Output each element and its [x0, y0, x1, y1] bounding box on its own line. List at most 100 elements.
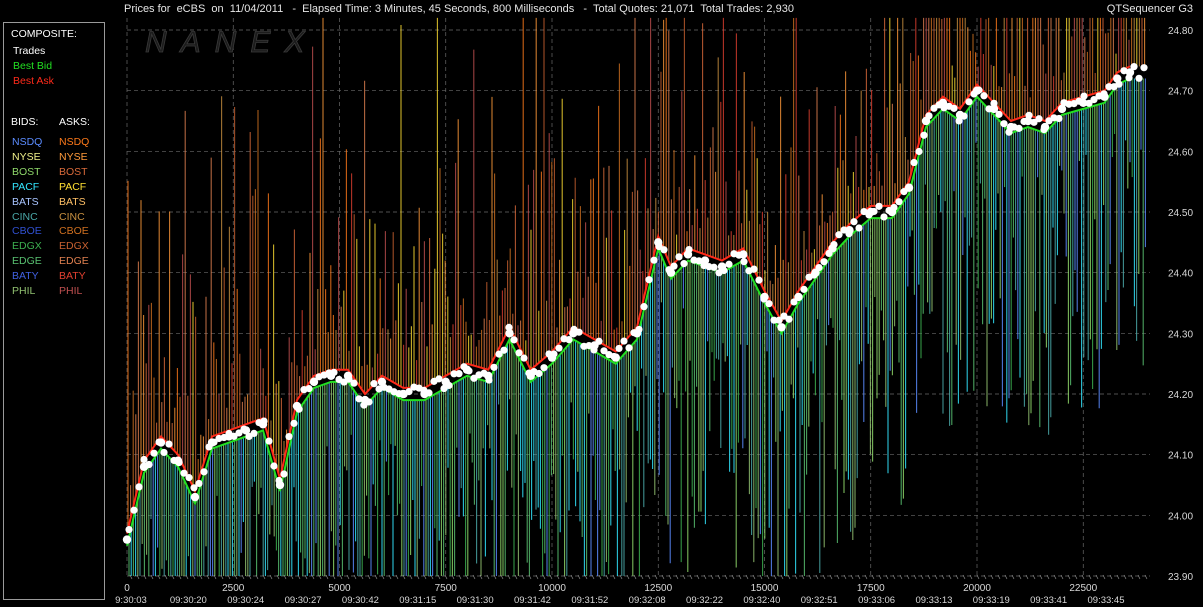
trade-dot [830, 241, 838, 249]
trade-tick-mark [899, 574, 903, 580]
trade-dot [795, 293, 803, 301]
trade-dot [825, 249, 833, 258]
trade-dot [1025, 111, 1033, 119]
trade-dot [240, 425, 248, 433]
trade-tick-mark [787, 574, 791, 580]
trade-tick-mark [857, 574, 861, 580]
trade-dot [920, 131, 928, 139]
trade-tick-mark [920, 574, 924, 580]
trade-dot [290, 419, 298, 427]
trade-dot [505, 323, 513, 331]
trade-dot [550, 350, 558, 358]
trade-tick-mark [955, 574, 959, 580]
trade-dot [160, 448, 168, 457]
trade-dot [1000, 120, 1008, 128]
trade-tick-mark [528, 574, 532, 580]
trade-dot [435, 375, 443, 383]
time-tick-label: 09:33:45 [1088, 595, 1125, 606]
trade-dot [565, 336, 573, 344]
trade-tick-mark [353, 574, 357, 580]
trade-dot [925, 112, 933, 120]
trade-tick-mark [577, 574, 581, 580]
time-tick-label: 09:30:42 [342, 595, 379, 606]
trade-tick-mark [885, 574, 889, 580]
trade-dot [1080, 92, 1088, 100]
trade-dot [1125, 74, 1133, 82]
trade-tick-mark [892, 574, 896, 580]
price-chart: NANEX 24.80 24.70 24.60 24.50 24.40 24.30 24.2… [115, 17, 1193, 606]
y-tick-label: 24.30 [1168, 329, 1193, 340]
trade-tick-mark [829, 574, 833, 580]
trade-tick-mark [185, 574, 189, 580]
trade-point [777, 323, 786, 332]
trade-dot [895, 198, 903, 206]
trade-tick-mark [1095, 574, 1099, 580]
trade-dot [280, 470, 288, 478]
trade-dot [675, 253, 683, 261]
trade-dot [960, 112, 968, 120]
trade-tick-mark [836, 574, 840, 580]
trade-dot [285, 432, 293, 441]
y-tick-label: 24.60 [1168, 147, 1193, 158]
trade-tick-mark [647, 574, 651, 580]
trade-tick-mark [990, 574, 994, 580]
trade-point [122, 535, 132, 544]
trade-dot [845, 230, 853, 238]
trade-tick-mark [927, 574, 931, 580]
trade-tick-mark [626, 574, 630, 580]
trade-dot [610, 352, 618, 361]
trade-tick-mark [934, 574, 938, 580]
y-tick-label: 24.80 [1168, 26, 1193, 37]
trade-tick-mark [864, 574, 868, 580]
trade-tick-mark [1039, 574, 1043, 580]
trade-tick-mark [983, 574, 987, 580]
trade-dot [1140, 64, 1148, 72]
trade-tick-mark [1109, 574, 1113, 580]
time-tick-label: 09:32:22 [686, 595, 723, 606]
trade-tick-mark [871, 574, 875, 580]
trade-tick-mark [514, 574, 518, 580]
trade-tick-mark [598, 574, 602, 580]
trade-tick-mark [262, 574, 266, 580]
trade-dot [365, 398, 373, 406]
trade-dot [295, 405, 303, 413]
trade-tick-mark [654, 574, 658, 580]
trade-dot [445, 381, 453, 390]
trade-dot [640, 303, 648, 311]
trade-tick-mark [633, 574, 637, 580]
trade-dot [260, 417, 268, 425]
trade-tick-mark [444, 574, 448, 580]
trade-dot [1100, 90, 1108, 98]
trade-dot [720, 266, 728, 275]
trade-dot [135, 483, 143, 491]
x-tick-label: 5000 [328, 583, 351, 594]
trade-tick-mark [878, 574, 882, 580]
trade-tick-mark [241, 574, 245, 580]
trade-dot [995, 110, 1003, 118]
trade-tick-mark [409, 574, 413, 580]
y-tick-label: 24.00 [1168, 511, 1193, 522]
trade-tick-mark [472, 574, 476, 580]
trade-tick-mark [1130, 574, 1134, 580]
trade-dot [875, 202, 883, 210]
trade-dot [350, 379, 358, 387]
trade-dot [950, 104, 958, 112]
trade-dot [590, 346, 598, 354]
trade-tick-mark [1004, 574, 1008, 580]
trade-tick-mark [724, 574, 728, 580]
trade-dot [500, 346, 508, 354]
trade-tick-mark [549, 574, 553, 580]
trade-tick-mark [976, 574, 980, 580]
trade-dot [680, 260, 688, 268]
trade-tick-mark [1053, 574, 1057, 580]
trade-tick-mark [591, 574, 595, 580]
trade-tick-mark [507, 574, 511, 580]
trade-dot [130, 506, 138, 514]
trade-tick-mark [731, 574, 735, 580]
trade-dot [305, 385, 313, 393]
trade-dot [275, 476, 283, 485]
trade-dot [765, 300, 773, 308]
trade-tick-mark [801, 574, 805, 580]
trade-dot [625, 344, 633, 352]
y-tick-label: 24.70 [1168, 87, 1193, 98]
